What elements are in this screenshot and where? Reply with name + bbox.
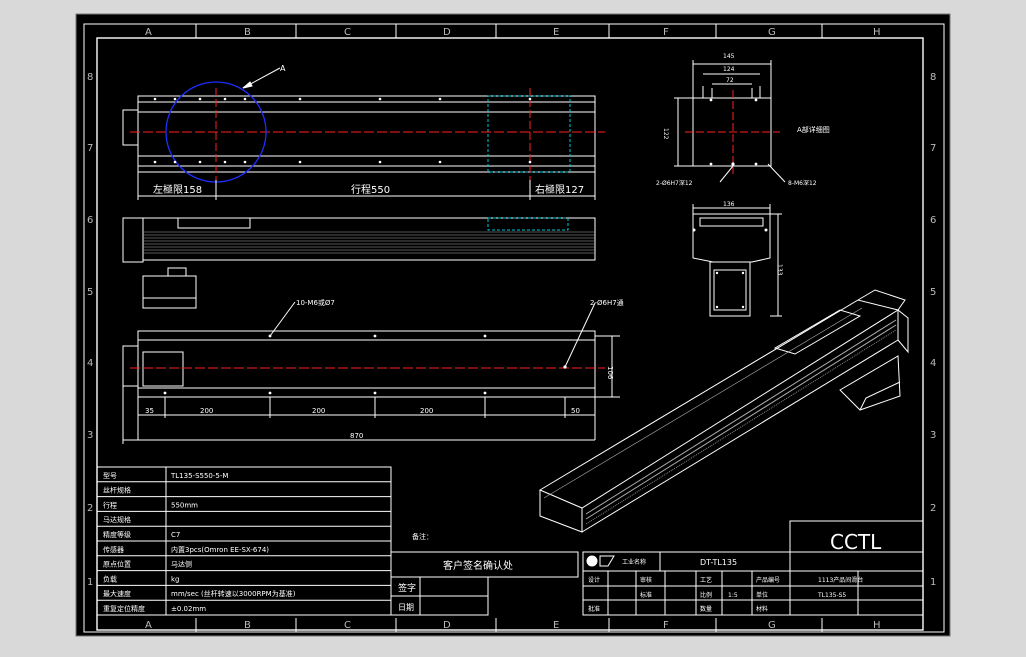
grid-row-label: 5	[87, 287, 93, 298]
notes-label: 备注：	[412, 532, 433, 541]
product-code: TL135-S5	[817, 592, 846, 599]
dim-200: 200	[312, 407, 325, 415]
grid-col-label: F	[663, 620, 669, 631]
spec-value: 550mm	[171, 501, 198, 509]
dim-136: 136	[723, 201, 735, 208]
grid-row-label: 8	[87, 72, 93, 83]
grid-row-label: 7	[930, 143, 936, 154]
grid-row-label: 2	[87, 503, 93, 514]
grid-row-label: 8	[930, 72, 936, 83]
spec-label: 传感器	[103, 545, 124, 554]
drawing-number: DT-TL135	[700, 558, 737, 567]
check-label: 审核	[640, 576, 652, 584]
grid-col-label: C	[344, 620, 351, 631]
spec-value: mm/sec (丝杆转速以3000RPM为基准)	[171, 589, 296, 598]
process-label: 工艺	[700, 576, 712, 584]
grid-col-label: H	[873, 27, 881, 38]
dim-200: 200	[420, 407, 433, 415]
standard-label: 标准	[640, 591, 652, 599]
spec-value: C7	[171, 531, 180, 539]
quantity-label: 数量	[700, 605, 712, 613]
brand-name: CCTL	[830, 530, 882, 554]
hole-note-left: 10-M6或Ø7	[296, 298, 335, 307]
grid-row-label: 7	[87, 143, 93, 154]
grid-col-label: C	[344, 27, 351, 38]
spec-label: 原点位置	[103, 560, 131, 569]
cad-canvas: A B C D E F G H A B C D E F G H 8 7 6 5 …	[75, 13, 951, 637]
dim-124: 124	[723, 66, 735, 73]
grid-row-label: 1	[930, 577, 936, 588]
left-limit-label: 左極限158	[153, 183, 202, 196]
scale-label: 比例	[700, 591, 712, 599]
dim-145: 145	[723, 53, 735, 60]
logo-circle	[586, 555, 598, 567]
dim-133: 133	[776, 264, 783, 276]
company-name-label: 工业名称	[622, 558, 646, 566]
stroke-label: 行程550	[351, 183, 390, 196]
grid-col-label: D	[443, 27, 451, 38]
spec-label: 丝杆规格	[103, 486, 131, 495]
grid-row-label: 3	[87, 430, 93, 441]
dim-122: 122	[662, 128, 669, 140]
dim-106: 106	[606, 366, 614, 380]
grid-row-label: 4	[930, 358, 936, 369]
spec-value: TL135-S550-5-M	[170, 472, 228, 480]
right-limit-label: 右極限127	[535, 183, 584, 196]
grid-row-label: 6	[930, 215, 936, 226]
product-name: 1113产品间滑台	[818, 576, 863, 584]
spec-label: 型号	[103, 471, 117, 480]
grid-col-label: D	[443, 620, 451, 631]
grid-col-label: G	[768, 27, 776, 38]
confirm-label: 客户签名确认处	[443, 559, 513, 572]
spec-label: 精度等级	[103, 530, 131, 539]
spec-label: 最大速度	[103, 589, 131, 598]
grid-col-label: E	[553, 620, 559, 631]
grid-row-label: 1	[87, 577, 93, 588]
dim-72: 72	[726, 77, 734, 84]
callout-a: A	[280, 64, 286, 73]
hole-note-right: 2-Ø6H7通	[590, 298, 624, 307]
approve-label: 批准	[588, 605, 600, 613]
hole-note-thread: 8-M6深12	[788, 179, 817, 187]
date-label: 日期	[398, 603, 414, 612]
dim-35: 35	[145, 407, 154, 415]
design-label: 设计	[588, 576, 600, 584]
grid-col-label: G	[768, 620, 776, 631]
hole-note-dowel: 2-Ø6H7深12	[656, 179, 693, 187]
spec-value: ±0.02mm	[171, 605, 206, 613]
spec-label: 负载	[103, 574, 117, 583]
grid-row-label: 3	[930, 430, 936, 441]
grid-col-label: B	[244, 27, 251, 38]
grid-col-label: H	[873, 620, 881, 631]
spec-value: 内置3pcs(Omron EE-SX-674)	[171, 545, 269, 554]
unit-label: 单位	[756, 591, 768, 599]
spec-label: 马达规格	[103, 515, 131, 524]
dim-870: 870	[350, 432, 363, 440]
grid-col-label: E	[553, 27, 559, 38]
grid-col-label: A	[145, 27, 152, 38]
grid-col-label: A	[145, 620, 152, 631]
scale-value: 1:5	[728, 592, 738, 599]
grid-row-label: 6	[87, 215, 93, 226]
spec-value: 马达侧	[171, 560, 192, 569]
grid-row-label: 4	[87, 358, 93, 369]
detail-label: A部详细图	[797, 125, 830, 134]
spec-value: kg	[171, 575, 180, 583]
dim-200: 200	[200, 407, 213, 415]
grid-col-label: F	[663, 27, 669, 38]
cad-drawing-sheet: A B C D E F G H A B C D E F G H 8 7 6 5 …	[0, 0, 1026, 652]
grid-col-label: B	[244, 620, 251, 631]
spec-label: 行程	[103, 500, 117, 509]
dim-50: 50	[571, 407, 580, 415]
spec-label: 重复定位精度	[103, 604, 145, 613]
sheet-background	[75, 13, 951, 637]
code-label: 产品编号	[756, 576, 780, 584]
sign-label: 签字	[398, 582, 416, 594]
grid-row-label: 2	[930, 503, 936, 514]
material-label: 材料	[756, 605, 768, 613]
grid-row-label: 5	[930, 287, 936, 298]
